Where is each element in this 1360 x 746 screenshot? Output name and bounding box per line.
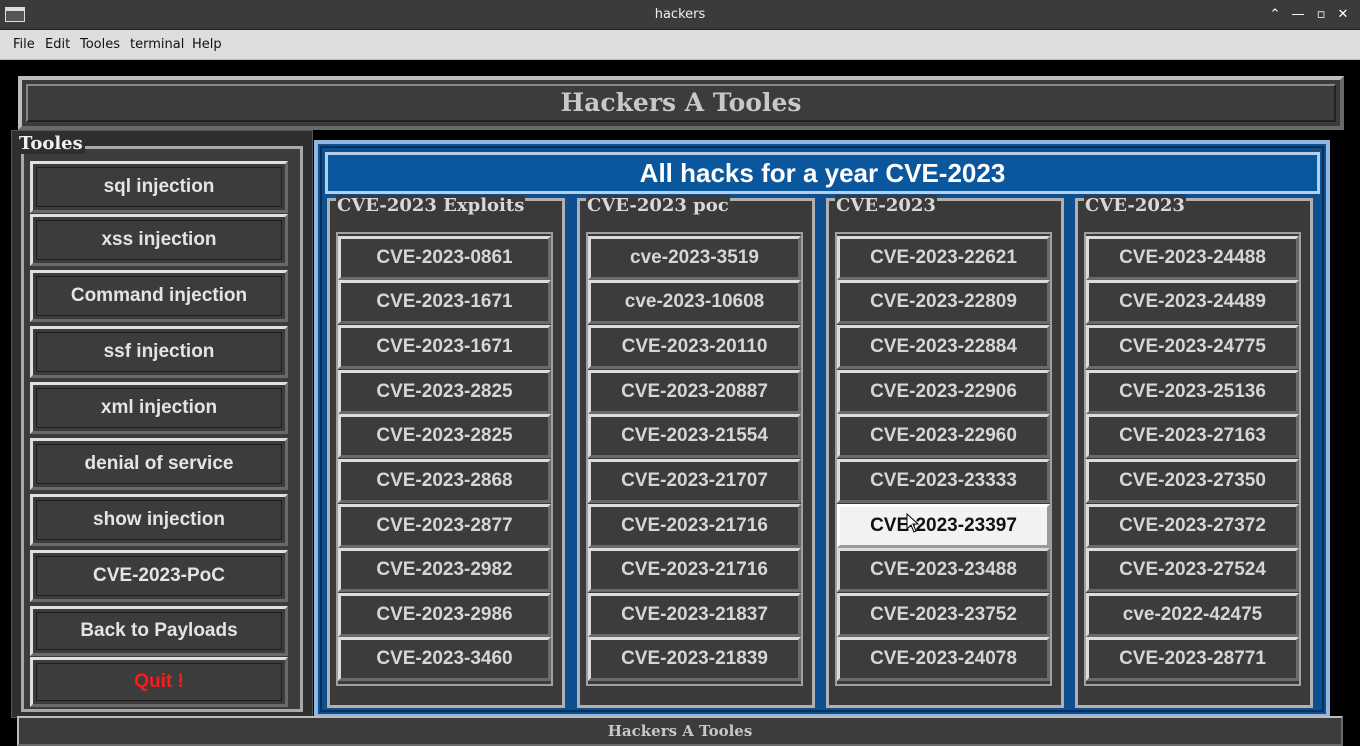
cve-button[interactable]: CVE-2023-23488 <box>837 548 1050 592</box>
sidebar-button-label: xml injection <box>100 397 218 418</box>
maximize-icon[interactable]: ▫ <box>1312 5 1330 25</box>
cve-button[interactable]: CVE-2023-2877 <box>338 504 551 548</box>
cve-column-title: CVE-2023 poc <box>586 195 730 217</box>
sidebar-button-sql-injection[interactable]: sql injection <box>30 161 288 213</box>
sidebar-button-label: sql injection <box>103 176 215 197</box>
cve-button[interactable]: CVE-2023-22884 <box>837 325 1050 369</box>
sidebar-button-label: denial of service <box>84 453 234 474</box>
cve-button[interactable]: CVE-2023-2868 <box>338 459 551 503</box>
cve-button[interactable]: CVE-2023-20110 <box>588 325 801 369</box>
app-header: Hackers A Tooles <box>18 76 1344 130</box>
cve-button[interactable]: CVE-2023-21716 <box>588 548 801 592</box>
cve-button[interactable]: CVE-2023-24488 <box>1086 236 1299 280</box>
menu-help[interactable]: Help <box>192 37 222 52</box>
cve-button[interactable]: CVE-2023-21554 <box>588 414 801 458</box>
window-title-bar: hackers ⌃ — ▫ ✕ <box>0 0 1360 30</box>
cve-column-title: CVE-2023 <box>1084 195 1186 217</box>
sidebar-button-label: CVE-2023-PoC <box>93 565 225 586</box>
cve-button[interactable]: CVE-2023-28771 <box>1086 637 1299 681</box>
menu-terminal[interactable]: terminal <box>130 37 184 52</box>
cve-button[interactable]: CVE-2023-23333 <box>837 459 1050 503</box>
main-title: All hacks for a year CVE-2023 <box>325 152 1320 194</box>
menu-tooles[interactable]: Tooles <box>80 37 120 52</box>
cve-button[interactable]: CVE-2023-27372 <box>1086 504 1299 548</box>
collapse-icon[interactable]: ⌃ <box>1266 5 1284 25</box>
cve-button[interactable]: CVE-2023-1671 <box>338 325 551 369</box>
cve-button[interactable]: CVE-2023-22960 <box>837 414 1050 458</box>
sidebar-button-label: Command injection <box>70 285 248 306</box>
menu-file[interactable]: File <box>13 37 35 52</box>
sidebar-button-label: xss injection <box>101 229 217 250</box>
cve-button[interactable]: CVE-2023-23397 <box>837 504 1050 548</box>
cve-column-title: CVE-2023 <box>835 195 937 217</box>
close-icon[interactable]: ✕ <box>1334 5 1352 25</box>
footer-title: Hackers A Tooles <box>607 722 753 740</box>
cve-button[interactable]: CVE-2023-27350 <box>1086 459 1299 503</box>
sidebar-button-command-injection[interactable]: Command injection <box>30 270 288 322</box>
cve-button[interactable]: CVE-2023-27524 <box>1086 548 1299 592</box>
sidebar-button-back-to-payloads[interactable]: Back to Payloads <box>30 606 288 656</box>
cve-button[interactable]: CVE-2023-2986 <box>338 593 551 637</box>
cve-button[interactable]: CVE-2023-27163 <box>1086 414 1299 458</box>
cve-button[interactable]: CVE-2023-21837 <box>588 593 801 637</box>
sidebar-button-ssf-injection[interactable]: ssf injection <box>30 326 288 378</box>
cve-button[interactable]: CVE-2023-23752 <box>837 593 1050 637</box>
sidebar-button-xml-injection[interactable]: xml injection <box>30 382 288 434</box>
cve-button[interactable]: CVE-2023-20887 <box>588 370 801 414</box>
menu-edit[interactable]: Edit <box>45 37 70 52</box>
cve-button[interactable]: CVE-2023-0861 <box>338 236 551 280</box>
cve-button[interactable]: CVE-2023-25136 <box>1086 370 1299 414</box>
sidebar-button-xss-injection[interactable]: xss injection <box>30 214 288 266</box>
cve-button[interactable]: CVE-2023-21707 <box>588 459 801 503</box>
menu-bar: File Edit Tooles terminal Help <box>0 30 1360 60</box>
cve-column-title: CVE-2023 Exploits <box>336 195 526 217</box>
cve-button[interactable]: CVE-2023-24489 <box>1086 280 1299 324</box>
window-title: hackers <box>654 7 706 22</box>
sidebar-title: Tooles <box>17 133 85 154</box>
sidebar-button-denial-of-service[interactable]: denial of service <box>30 438 288 490</box>
cve-button[interactable]: CVE-2023-2825 <box>338 414 551 458</box>
cve-button[interactable]: cve-2022-42475 <box>1086 593 1299 637</box>
sidebar-button-cve-2023-poc[interactable]: CVE-2023-PoC <box>30 550 288 602</box>
cve-button[interactable]: CVE-2023-22906 <box>837 370 1050 414</box>
sidebar-button-label: show injection <box>93 509 225 530</box>
mouse-cursor-icon <box>906 513 920 533</box>
cve-button[interactable]: CVE-2023-2982 <box>338 548 551 592</box>
cve-button[interactable]: cve-2023-3519 <box>588 236 801 280</box>
cve-button[interactable]: CVE-2023-24078 <box>837 637 1050 681</box>
cve-button[interactable]: CVE-2023-22621 <box>837 236 1050 280</box>
cve-button[interactable]: CVE-2023-24775 <box>1086 325 1299 369</box>
sidebar-button-quit[interactable]: Quit ! <box>30 657 288 707</box>
minimize-icon[interactable]: — <box>1289 5 1307 25</box>
cve-button[interactable]: CVE-2023-21839 <box>588 637 801 681</box>
cve-button[interactable]: cve-2023-10608 <box>588 280 801 324</box>
sidebar-button-show-injection[interactable]: show injection <box>30 494 288 546</box>
cve-button[interactable]: CVE-2023-3460 <box>338 637 551 681</box>
header-title: Hackers A Tooles <box>560 88 802 117</box>
sidebar-button-label: ssf injection <box>103 341 215 362</box>
status-footer: Hackers A Tooles <box>17 716 1343 746</box>
sidebar-button-label: Back to Payloads <box>80 620 238 641</box>
cve-button[interactable]: CVE-2023-22809 <box>837 280 1050 324</box>
cve-button[interactable]: CVE-2023-1671 <box>338 280 551 324</box>
cve-button[interactable]: CVE-2023-2825 <box>338 370 551 414</box>
cve-button[interactable]: CVE-2023-21716 <box>588 504 801 548</box>
sidebar-button-label: Quit ! <box>134 671 184 692</box>
